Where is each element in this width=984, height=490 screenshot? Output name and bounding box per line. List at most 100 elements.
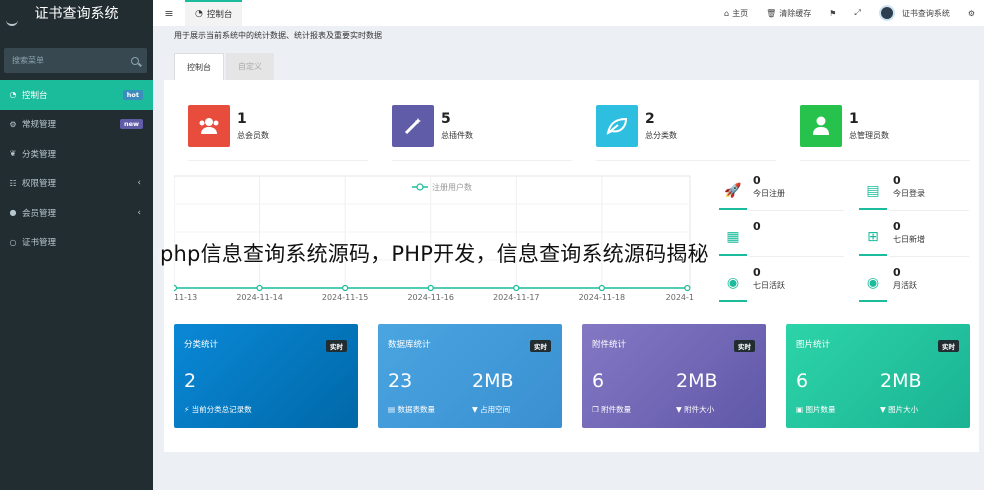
filter-icon: ▼ bbox=[880, 405, 889, 414]
mini-label: 七日新增 bbox=[893, 235, 925, 244]
trash-icon: 🗑 bbox=[766, 8, 777, 18]
realtime-badge: 实时 bbox=[938, 340, 959, 352]
cogs-icon: ⚙ bbox=[9, 119, 17, 129]
leaf-icon bbox=[596, 105, 638, 147]
settings-button[interactable]: ⚙ bbox=[968, 9, 975, 18]
card-title: 图片统计 bbox=[796, 340, 831, 350]
menu-toggle-icon[interactable]: ≡ bbox=[153, 7, 185, 20]
home-link[interactable]: ⌂ 主页 bbox=[724, 8, 748, 19]
card-value: 2MB bbox=[676, 370, 718, 392]
hot-badge: hot bbox=[122, 89, 143, 100]
tab-console[interactable]: 控制台 bbox=[174, 53, 224, 80]
mini-stat-seven-day-active: ◉ 0 七日活跃 bbox=[719, 266, 829, 308]
users-icon bbox=[188, 105, 230, 147]
data-point bbox=[342, 284, 349, 292]
card-title: 附件统计 bbox=[592, 340, 627, 350]
card-value: 6 bbox=[796, 370, 809, 392]
realtime-badge: 实时 bbox=[326, 340, 347, 352]
legend-label: 注册用户数 bbox=[432, 182, 472, 192]
user-circle-icon: ◉ bbox=[719, 266, 747, 302]
realtime-badge: 实时 bbox=[734, 340, 755, 352]
mini-value: 0 bbox=[753, 220, 761, 233]
x-tick-label: 2024-1 bbox=[666, 293, 694, 302]
sidebar-item-category[interactable]: ❦ 分类管理 bbox=[0, 139, 153, 169]
group-icon: ☷ bbox=[9, 178, 17, 188]
magic-icon bbox=[392, 105, 434, 147]
card-sub: ⚡ 当前分类总记录数 bbox=[184, 404, 252, 415]
card-title: 数据库统计 bbox=[388, 340, 431, 350]
card-sub-label: 附件数量 bbox=[601, 405, 632, 414]
sidebar-item-label: 证书管理 bbox=[22, 238, 57, 249]
x-tick-label: 2024-11-17 bbox=[493, 293, 540, 302]
app-title: 证书查询系统 bbox=[34, 6, 119, 22]
stat-plugins: 5 总插件数 bbox=[392, 104, 572, 148]
search-icon[interactable] bbox=[131, 56, 139, 65]
sidebar-search-input[interactable]: 搜索菜单 bbox=[4, 48, 147, 73]
stat-value: 1 bbox=[849, 110, 859, 127]
card-sub: ❐ 附件数量 bbox=[592, 404, 631, 415]
card-value: 6 bbox=[592, 370, 605, 392]
files-icon: ❐ bbox=[592, 405, 602, 414]
stat-value: 5 bbox=[441, 110, 451, 127]
x-tick-label: 2024-11-15 bbox=[322, 293, 369, 302]
data-point bbox=[598, 284, 605, 292]
mini-label: 今日注册 bbox=[753, 189, 785, 198]
rocket-icon: 🚀 bbox=[719, 174, 747, 210]
user-icon bbox=[800, 105, 842, 147]
mini-value: 0 bbox=[893, 220, 901, 233]
card-value: 2MB bbox=[880, 370, 922, 392]
card-sub: ▼ 图片大小 bbox=[880, 404, 960, 415]
card-sub-label: 数据表数量 bbox=[397, 405, 435, 414]
mini-label: 七日活跃 bbox=[753, 281, 785, 290]
language-icon: ⚑ bbox=[829, 8, 837, 18]
filter-icon: ▼ bbox=[472, 405, 481, 414]
mini-value: 0 bbox=[753, 266, 761, 279]
stat-members: 1 总会员数 bbox=[188, 104, 368, 148]
card-value: 2 bbox=[184, 370, 197, 392]
user-menu[interactable]: 证书查询系统 bbox=[878, 5, 950, 21]
gears-icon: ⚙ bbox=[967, 8, 975, 18]
sidebar-item-cert[interactable]: ○ 证书管理 bbox=[0, 228, 153, 258]
tab-dashboard[interactable]: ◔ 控制台 bbox=[185, 0, 243, 26]
sidebar-item-user[interactable]: ● 会员管理 ‹ bbox=[0, 198, 153, 228]
stat-label: 总会员数 bbox=[237, 130, 269, 140]
language-button[interactable]: ⚑ bbox=[829, 9, 836, 18]
tab-label: 控制台 bbox=[206, 10, 233, 20]
card-sub: ▼ 占用空间 bbox=[472, 404, 552, 415]
sidebar-item-auth[interactable]: ☷ 权限管理 ‹ bbox=[0, 169, 153, 199]
sidebar-item-general[interactable]: ⚙ 常规管理 new bbox=[0, 110, 153, 140]
clear-cache-label: 清除缓存 bbox=[779, 8, 812, 18]
legend-marker bbox=[416, 183, 424, 191]
dashboard-icon: ◔ bbox=[9, 90, 17, 100]
chevron-left-icon: ‹ bbox=[137, 178, 141, 189]
tab-custom[interactable]: 自定义 bbox=[226, 53, 274, 80]
sidebar-item-dashboard[interactable]: ◔ 控制台 hot bbox=[0, 80, 153, 110]
card-sub-label: 当前分类总记录数 bbox=[191, 405, 252, 414]
home-label: 主页 bbox=[732, 8, 749, 18]
card-sub: ▣ 图片数量 bbox=[796, 404, 835, 415]
page-description: 用于展示当前系统中的统计数据、统计报表及重要实时数据 bbox=[174, 31, 382, 40]
card-image-stats: 图片统计 实时 6 2MB ▣ 图片数量 ▼ 图片大小 bbox=[786, 324, 970, 428]
brand[interactable]: 证书查询系统 bbox=[0, 0, 153, 32]
mini-stat-monthly-active: ◉ 0 月活跃 bbox=[859, 266, 969, 308]
overlay-caption: php信息查询系统源码，PHP开发，信息查询系统源码揭秘 bbox=[160, 242, 709, 266]
data-point bbox=[684, 284, 691, 292]
clear-cache-button[interactable]: 🗑 清除缓存 bbox=[766, 8, 811, 19]
sidebar-item-label: 分类管理 bbox=[22, 149, 57, 160]
divider bbox=[749, 256, 844, 257]
divider bbox=[800, 160, 970, 161]
circle-o-icon: ○ bbox=[9, 237, 17, 247]
card-sub: ▤ 数据表数量 bbox=[388, 404, 435, 415]
mini-value: 0 bbox=[893, 174, 901, 187]
user-circle-icon: ◉ bbox=[859, 266, 887, 302]
mini-value: 0 bbox=[753, 174, 761, 187]
card-database-stats: 数据库统计 实时 23 2MB ▤ 数据表数量 ▼ 占用空间 bbox=[378, 324, 562, 428]
fullscreen-button[interactable]: ⤢ bbox=[854, 8, 860, 18]
data-point bbox=[170, 284, 178, 292]
mini-value: 0 bbox=[893, 266, 901, 279]
card-sub-label: 占用空间 bbox=[480, 405, 511, 414]
mini-label: 今日登录 bbox=[893, 189, 925, 198]
vcard-icon: ▤ bbox=[859, 174, 887, 210]
divider bbox=[188, 160, 368, 161]
realtime-badge: 实时 bbox=[530, 340, 551, 352]
